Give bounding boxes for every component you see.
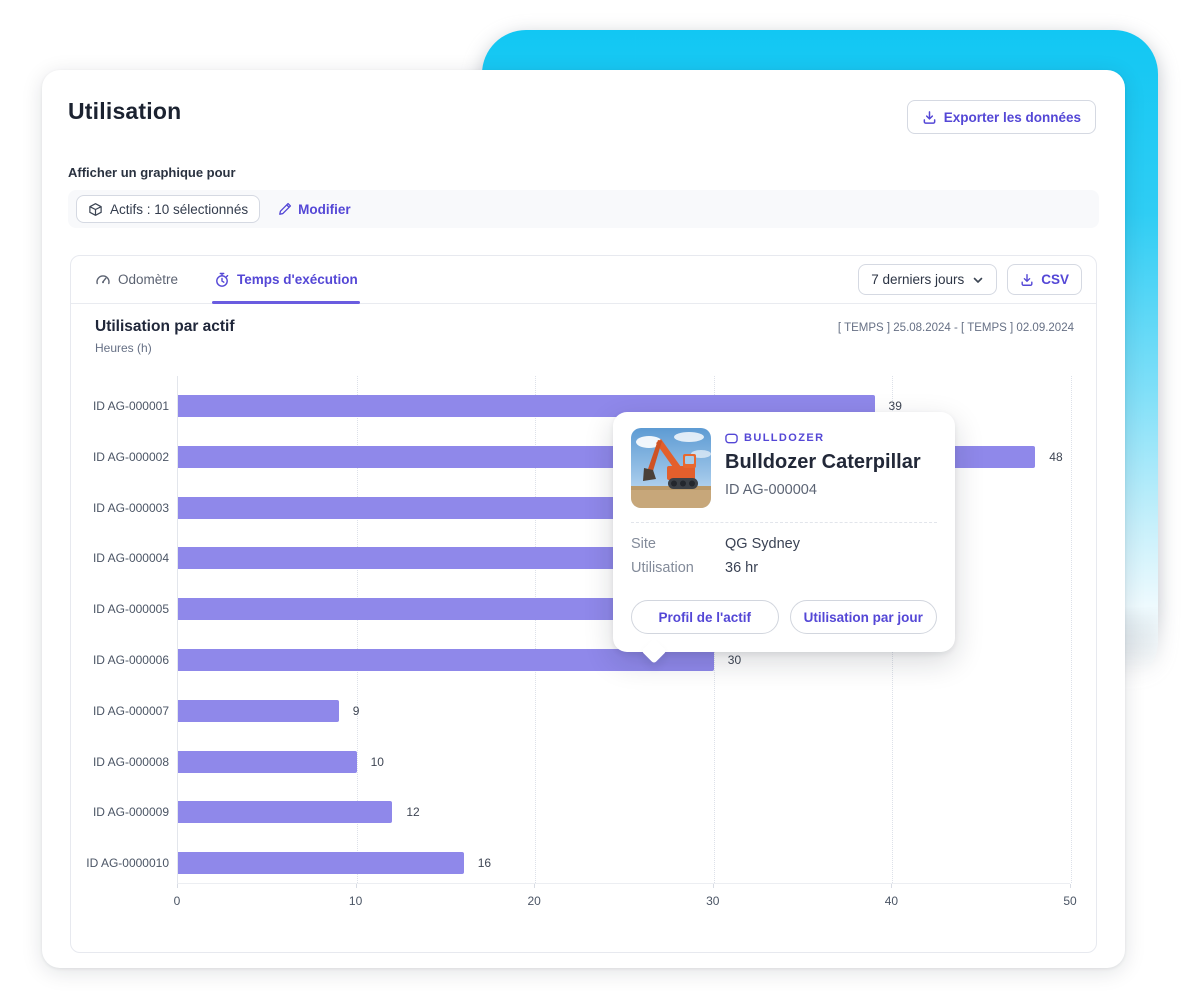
filter-strip: Actifs : 10 sélectionnés Modifier: [68, 190, 1099, 228]
utilisation-row: Utilisation 36 hr: [631, 560, 937, 576]
asset-id: ID AG-000004: [725, 482, 921, 498]
tab-odometer[interactable]: Odomètre: [95, 256, 178, 303]
cube-icon: [88, 202, 103, 217]
axis-tick-mark: [356, 884, 357, 888]
x-tick-label: 10: [349, 894, 362, 908]
page: Utilisation Exporter les données Affiche…: [0, 0, 1200, 1000]
date-range-label: [ TEMPS ] 25.08.2024 - [ TEMPS ] 02.09.2…: [838, 318, 1074, 334]
modify-link-label: Modifier: [298, 202, 351, 217]
modify-link[interactable]: Modifier: [278, 202, 351, 217]
asset-name: Bulldozer Caterpillar: [725, 451, 921, 474]
site-value: QG Sydney: [725, 536, 800, 552]
download-icon: [1020, 273, 1034, 287]
bar-value-label: 16: [478, 852, 491, 874]
y-axis-labels: ID AG-000001 ID AG-000002 ID AG-000003 ID A…: [71, 376, 169, 884]
export-data-button[interactable]: Exporter les données: [907, 100, 1096, 134]
csv-export-button[interactable]: CSV: [1007, 264, 1082, 295]
asset-type-badge: BULLDOZER: [725, 432, 921, 444]
bar-value-label: 48: [1049, 446, 1062, 468]
tooltip-actions: Profil de l'actif Utilisation par jour: [613, 586, 955, 652]
bar-value-label: 9: [353, 700, 360, 722]
bar-ID AG-000008[interactable]: [178, 751, 357, 773]
chart-controls: 7 derniers jours CSV: [858, 256, 1096, 303]
x-axis-ticks: 01020304050: [177, 884, 1070, 916]
y-axis-label: ID AG-000007: [71, 704, 169, 718]
tooltip-head-text: BULLDOZER Bulldozer Caterpillar ID AG-00…: [725, 428, 921, 508]
utilisation-value: 36 hr: [725, 560, 758, 576]
tab-odometer-label: Odomètre: [118, 272, 178, 287]
x-tick-label: 50: [1063, 894, 1076, 908]
axis-tick-mark: [1070, 884, 1071, 888]
y-axis-label: ID AG-000008: [71, 755, 169, 769]
bar-value-label: 12: [406, 801, 419, 823]
x-tick-label: 20: [528, 894, 541, 908]
tab-runtime-label: Temps d'exécution: [237, 272, 358, 287]
axis-tick-mark: [713, 884, 714, 888]
asset-profile-button[interactable]: Profil de l'actif: [631, 600, 779, 634]
chart-title: Utilisation par actif: [95, 318, 235, 336]
tooltip-detail-rows: Site QG Sydney Utilisation 36 hr: [613, 523, 955, 586]
axis-tick-mark: [891, 884, 892, 888]
chevron-down-icon: [972, 274, 984, 286]
tooltip-header: BULLDOZER Bulldozer Caterpillar ID AG-00…: [613, 412, 955, 520]
y-axis-label: ID AG-000009: [71, 805, 169, 819]
y-axis-label: ID AG-0000010: [71, 856, 169, 870]
utilisation-panel: Utilisation Exporter les données Affiche…: [42, 70, 1125, 968]
gauge-icon: [95, 272, 111, 288]
page-title: Utilisation: [68, 98, 181, 125]
tab-bar: Odomètre Temps d'exécution 7 derniers jo…: [71, 256, 1096, 304]
utilisation-per-day-button[interactable]: Utilisation par jour: [790, 600, 938, 634]
filter-section-label: Afficher un graphique pour: [68, 165, 236, 180]
x-tick-label: 40: [885, 894, 898, 908]
site-row: Site QG Sydney: [631, 536, 937, 552]
chart-header: Utilisation par actif Heures (h) [ TEMPS…: [95, 318, 1074, 355]
y-axis-label: ID AG-000003: [71, 501, 169, 515]
assets-filter-chip[interactable]: Actifs : 10 sélectionnés: [76, 195, 260, 223]
axis-tick-mark: [177, 884, 178, 888]
chart-unit-label: Heures (h): [95, 341, 235, 355]
utilisation-label: Utilisation: [631, 560, 725, 576]
tab-runtime[interactable]: Temps d'exécution: [214, 256, 358, 303]
bar-ID AG-000007[interactable]: [178, 700, 339, 722]
export-data-label: Exporter les données: [944, 110, 1081, 125]
download-icon: [922, 110, 937, 125]
assets-filter-chip-label: Actifs : 10 sélectionnés: [110, 202, 248, 217]
y-axis-label: ID AG-000002: [71, 450, 169, 464]
bar-ID AG-0000010[interactable]: [178, 852, 464, 874]
asset-type-label: BULLDOZER: [744, 432, 824, 444]
y-axis-label: ID AG-000001: [71, 399, 169, 413]
x-tick-label: 30: [706, 894, 719, 908]
pencil-icon: [278, 202, 292, 216]
excavator-photo: [631, 428, 711, 508]
stopwatch-icon: [214, 272, 230, 288]
site-label: Site: [631, 536, 725, 552]
bar-ID AG-000006[interactable]: [178, 649, 714, 671]
period-select[interactable]: 7 derniers jours: [858, 264, 997, 295]
asset-tooltip: BULLDOZER Bulldozer Caterpillar ID AG-00…: [613, 412, 955, 652]
y-axis-label: ID AG-000005: [71, 602, 169, 616]
y-axis-label: ID AG-000006: [71, 653, 169, 667]
bar-value-label: 30: [728, 649, 741, 671]
bar-ID AG-000009[interactable]: [178, 801, 392, 823]
tag-icon: [725, 433, 738, 444]
axis-tick-mark: [534, 884, 535, 888]
gridline: [1071, 376, 1072, 883]
csv-export-label: CSV: [1041, 272, 1069, 287]
bar-value-label: 10: [371, 751, 384, 773]
period-select-value: 7 derniers jours: [871, 272, 964, 287]
y-axis-label: ID AG-000004: [71, 551, 169, 565]
x-tick-label: 0: [174, 894, 181, 908]
